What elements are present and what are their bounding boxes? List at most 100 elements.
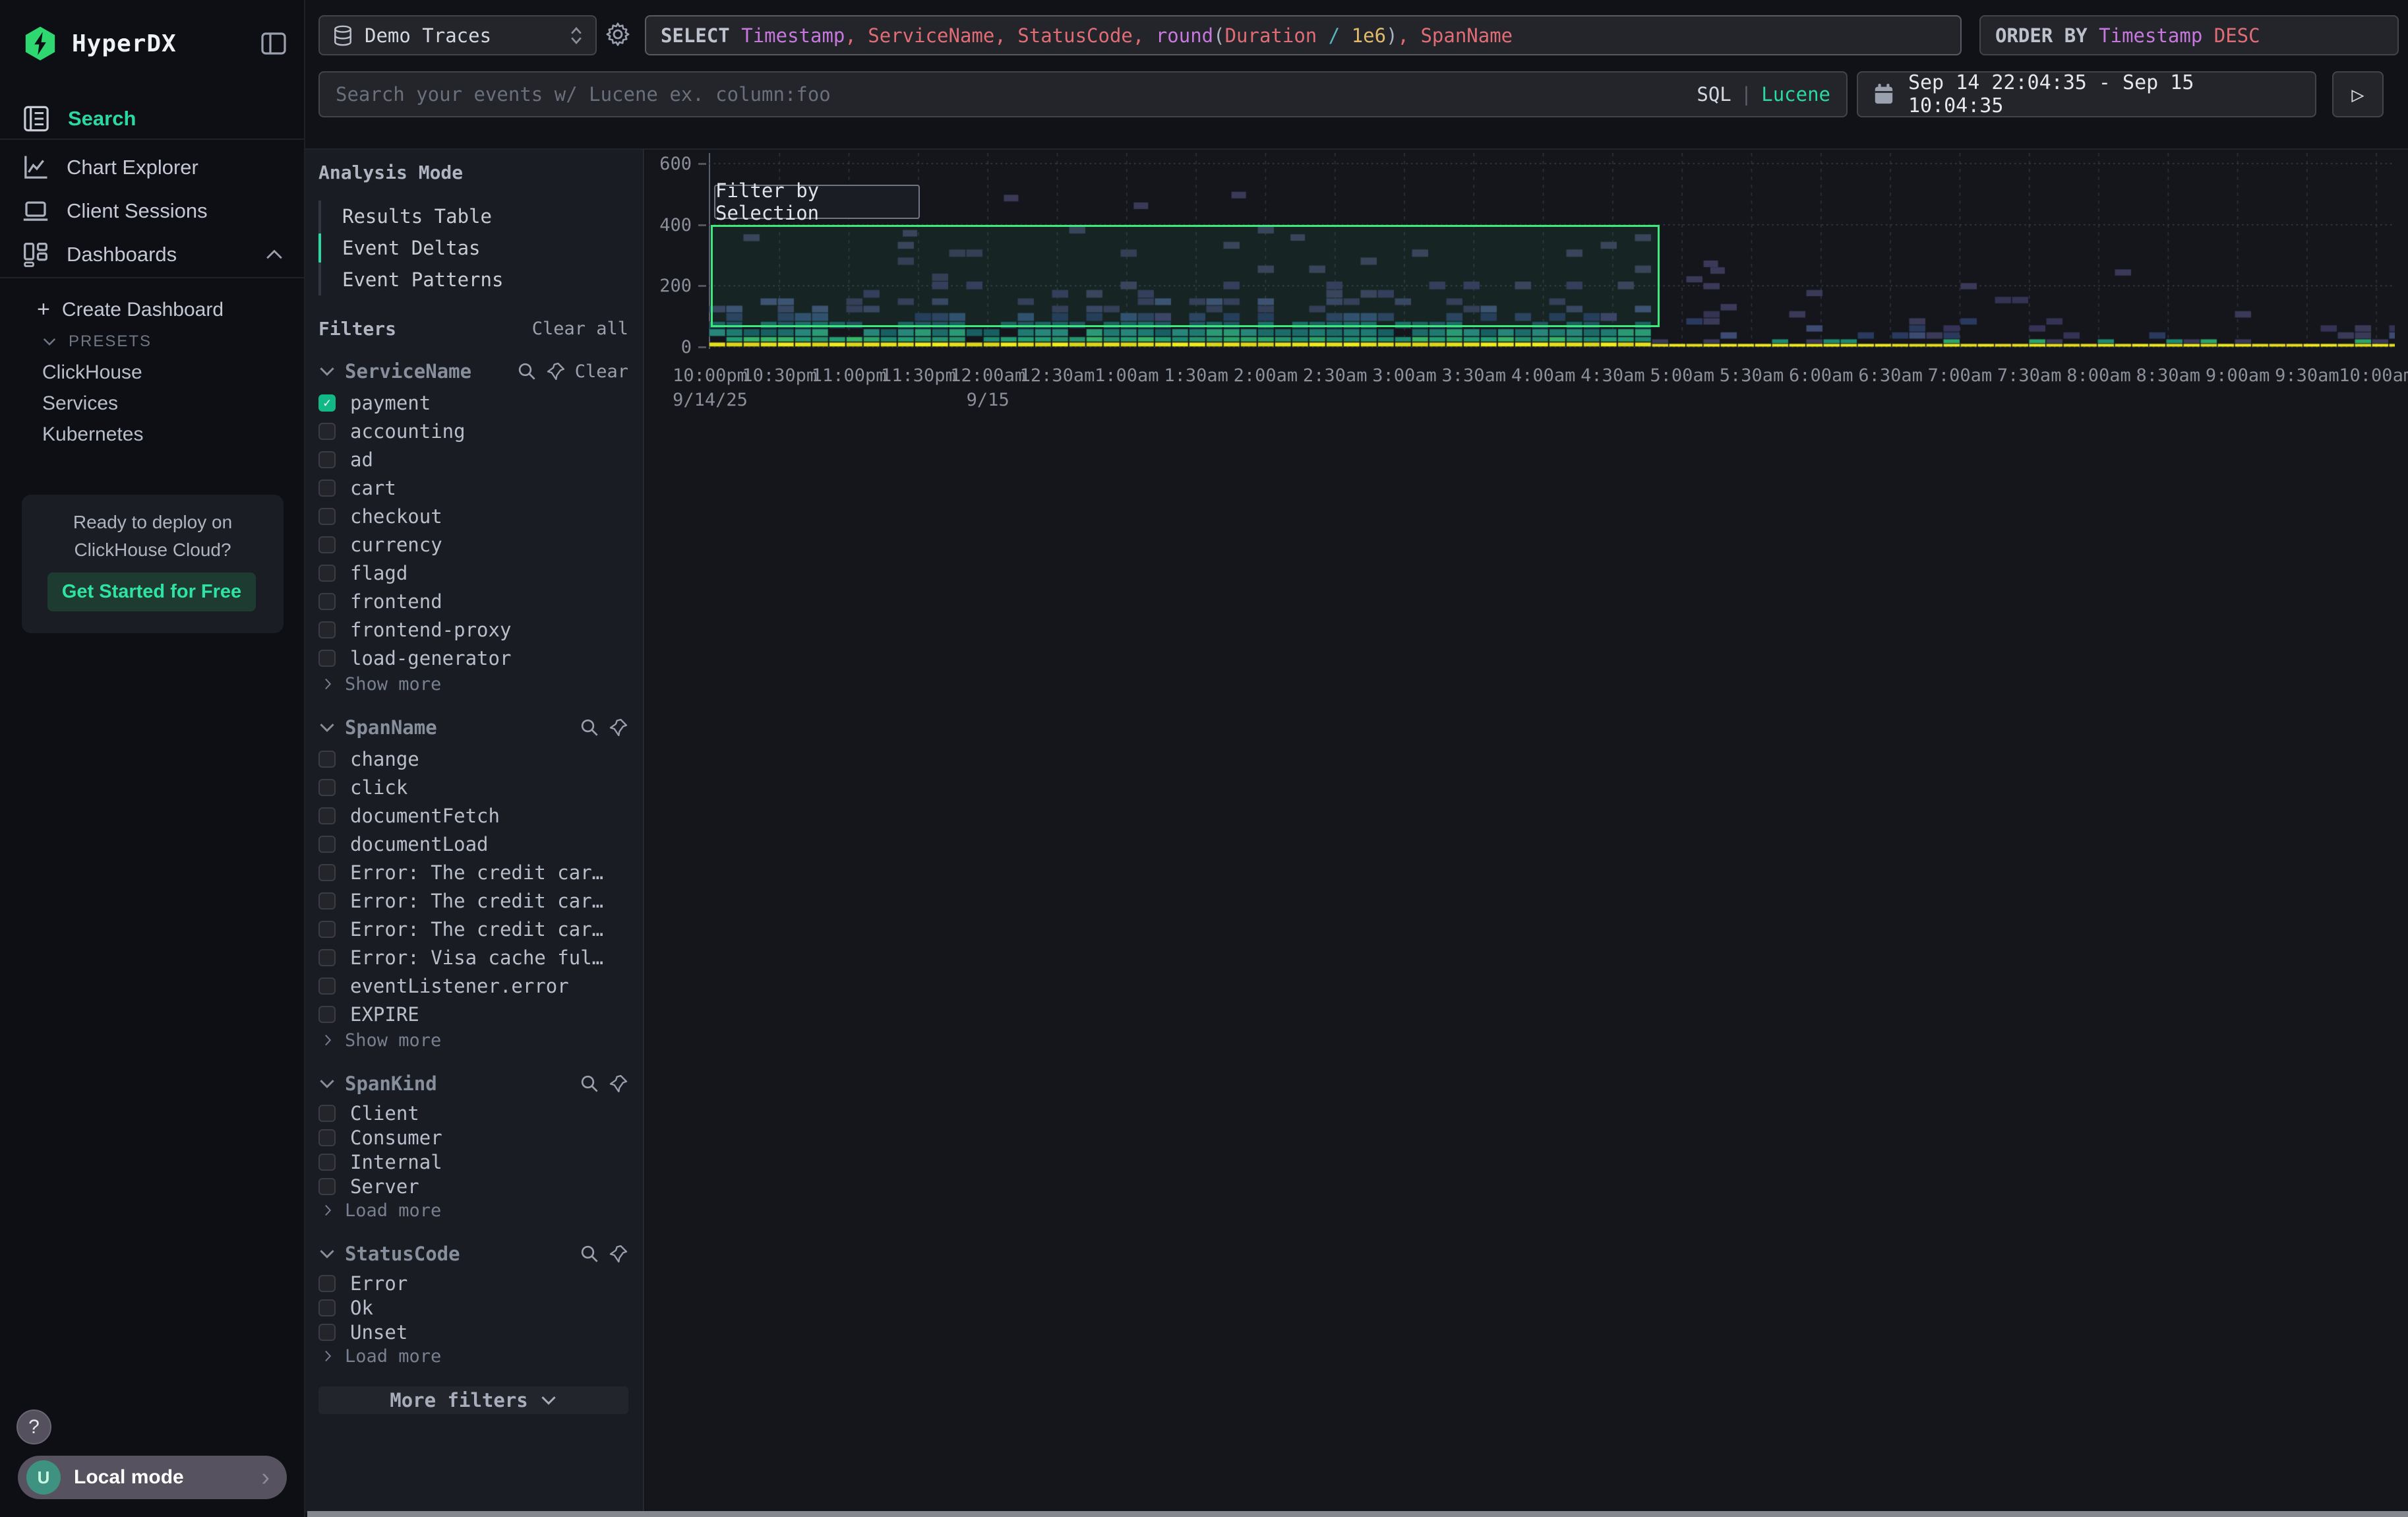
filter-option[interactable]: Error: The credit card (… xyxy=(318,886,628,915)
checkbox[interactable] xyxy=(318,892,336,910)
create-dashboard-button[interactable]: + Create Dashboard xyxy=(37,297,224,323)
checkbox[interactable] xyxy=(318,1006,336,1023)
checkbox[interactable] xyxy=(318,1129,336,1146)
filter-option[interactable]: Client xyxy=(318,1101,628,1125)
source-select[interactable]: Demo Traces xyxy=(318,15,597,55)
checkbox[interactable] xyxy=(318,650,336,667)
checkbox[interactable] xyxy=(318,807,336,824)
filter-option[interactable]: Server xyxy=(318,1174,628,1198)
checkbox[interactable] xyxy=(318,1275,336,1292)
mode-sql[interactable]: SQL xyxy=(1697,83,1731,106)
chevron-up-icon[interactable] xyxy=(264,249,284,261)
checkbox[interactable] xyxy=(318,480,336,497)
filter-by-selection-button[interactable]: Filter by Selection xyxy=(714,185,920,219)
search-icon[interactable] xyxy=(580,1244,599,1264)
pin-icon[interactable] xyxy=(546,361,566,381)
filter-option[interactable]: documentLoad xyxy=(318,830,628,858)
filter-section-title[interactable]: SpanKind xyxy=(345,1072,437,1095)
checkbox[interactable] xyxy=(318,751,336,768)
checkbox[interactable] xyxy=(318,451,336,468)
checkbox[interactable] xyxy=(318,949,336,966)
checkbox[interactable] xyxy=(318,536,336,553)
filter-option[interactable]: load-generator xyxy=(318,644,628,672)
preset-dashboard-clickhouse[interactable]: ClickHouse xyxy=(42,361,142,384)
sidebar-collapse-icon[interactable] xyxy=(260,32,287,55)
analysis-option-event-deltas[interactable]: Event Deltas xyxy=(321,232,628,264)
run-query-button[interactable]: ▷ xyxy=(2332,71,2384,117)
filter-section-title[interactable]: StatusCode xyxy=(345,1243,460,1265)
sidebar-item-search[interactable]: Search xyxy=(0,98,304,140)
filter-section-title[interactable]: ServiceName xyxy=(345,360,471,383)
checkbox-checked[interactable]: ✓ xyxy=(318,394,336,412)
filter-option[interactable]: frontend-proxy xyxy=(318,615,628,644)
filter-option[interactable]: Error: Visa cache full: … xyxy=(318,943,628,972)
chevron-down-icon[interactable] xyxy=(318,722,336,733)
filter-option[interactable]: currency xyxy=(318,530,628,559)
show-more-button[interactable]: Show more xyxy=(318,1028,628,1052)
source-settings-button[interactable] xyxy=(601,17,635,51)
logo[interactable]: HyperDX xyxy=(22,25,177,62)
filter-option[interactable]: Error: The credit card (… xyxy=(318,858,628,886)
horizontal-scrollbar[interactable] xyxy=(307,1511,2408,1517)
pin-icon[interactable] xyxy=(609,1074,628,1094)
duration-heatmap-chart[interactable]: 6004002000 Filter by Selection 10:00pm10… xyxy=(646,150,2408,1513)
filter-option[interactable]: cart xyxy=(318,474,628,502)
checkbox[interactable] xyxy=(318,779,336,796)
analysis-option-event-patterns[interactable]: Event Patterns xyxy=(321,264,628,295)
checkbox[interactable] xyxy=(318,1324,336,1341)
sql-select-input[interactable]: SELECT Timestamp, ServiceName, StatusCod… xyxy=(645,15,1962,55)
checkbox[interactable] xyxy=(318,593,336,610)
date-range-picker[interactable]: Sep 14 22:04:35 - Sep 15 10:04:35 xyxy=(1857,71,2316,117)
filter-option[interactable]: Ok xyxy=(318,1295,628,1320)
filter-option[interactable]: change xyxy=(318,745,628,773)
search-icon[interactable] xyxy=(580,1074,599,1094)
checkbox[interactable] xyxy=(318,836,336,853)
checkbox[interactable] xyxy=(318,423,336,440)
pin-icon[interactable] xyxy=(609,718,628,737)
get-started-button[interactable]: Get Started for Free xyxy=(47,573,256,611)
filter-option[interactable]: Unset xyxy=(318,1320,628,1344)
load-more-button[interactable]: Load more xyxy=(318,1344,628,1368)
analysis-option-results-table[interactable]: Results Table xyxy=(321,201,628,232)
filter-option[interactable]: Error: The credit card (… xyxy=(318,915,628,943)
sidebar-item-chart-explorer[interactable]: Chart Explorer xyxy=(0,146,304,189)
filter-option[interactable]: accounting xyxy=(318,417,628,445)
chevron-down-icon[interactable] xyxy=(318,1249,336,1259)
filter-option[interactable]: frontend xyxy=(318,587,628,615)
checkbox[interactable] xyxy=(318,921,336,938)
checkbox[interactable] xyxy=(318,621,336,638)
filter-section-title[interactable]: SpanName xyxy=(345,716,437,739)
chevron-down-icon[interactable] xyxy=(318,1078,336,1089)
checkbox[interactable] xyxy=(318,1299,336,1316)
show-more-button[interactable]: Show more xyxy=(318,672,628,696)
checkbox[interactable] xyxy=(318,508,336,525)
filter-option[interactable]: ✓payment xyxy=(318,388,628,417)
search-icon[interactable] xyxy=(580,718,599,737)
filter-option[interactable]: Consumer xyxy=(318,1125,628,1150)
filter-option[interactable]: Internal xyxy=(318,1150,628,1174)
load-more-button[interactable]: Load more xyxy=(318,1198,628,1222)
mode-lucene[interactable]: Lucene xyxy=(1761,83,1830,106)
filter-option[interactable]: click xyxy=(318,773,628,801)
filter-option[interactable]: documentFetch xyxy=(318,801,628,830)
sidebar-item-dashboards[interactable]: Dashboards xyxy=(0,233,304,276)
pin-icon[interactable] xyxy=(609,1244,628,1264)
chevron-down-icon[interactable] xyxy=(318,366,336,377)
checkbox[interactable] xyxy=(318,977,336,995)
search-input[interactable]: Search your events w/ Lucene ex. column:… xyxy=(318,71,1848,117)
search-icon[interactable] xyxy=(517,361,537,381)
filter-option[interactable]: eventListener.error xyxy=(318,972,628,1000)
checkbox[interactable] xyxy=(318,1178,336,1195)
more-filters-button[interactable]: More filters xyxy=(318,1386,628,1414)
sidebar-item-client-sessions[interactable]: Client Sessions xyxy=(0,190,304,232)
checkbox[interactable] xyxy=(318,565,336,582)
chart-selection[interactable] xyxy=(711,225,1660,327)
checkbox[interactable] xyxy=(318,1105,336,1122)
filter-option[interactable]: flagd xyxy=(318,559,628,587)
order-by-input[interactable]: ORDER BY Timestamp DESC xyxy=(1979,15,2399,55)
user-menu[interactable]: U Local mode › xyxy=(18,1456,287,1499)
clear-filter-button[interactable]: Clear xyxy=(575,361,628,382)
checkbox[interactable] xyxy=(318,1154,336,1171)
presets-toggle[interactable]: PRESETS xyxy=(42,332,152,351)
preset-dashboard-kubernetes[interactable]: Kubernetes xyxy=(42,423,143,446)
